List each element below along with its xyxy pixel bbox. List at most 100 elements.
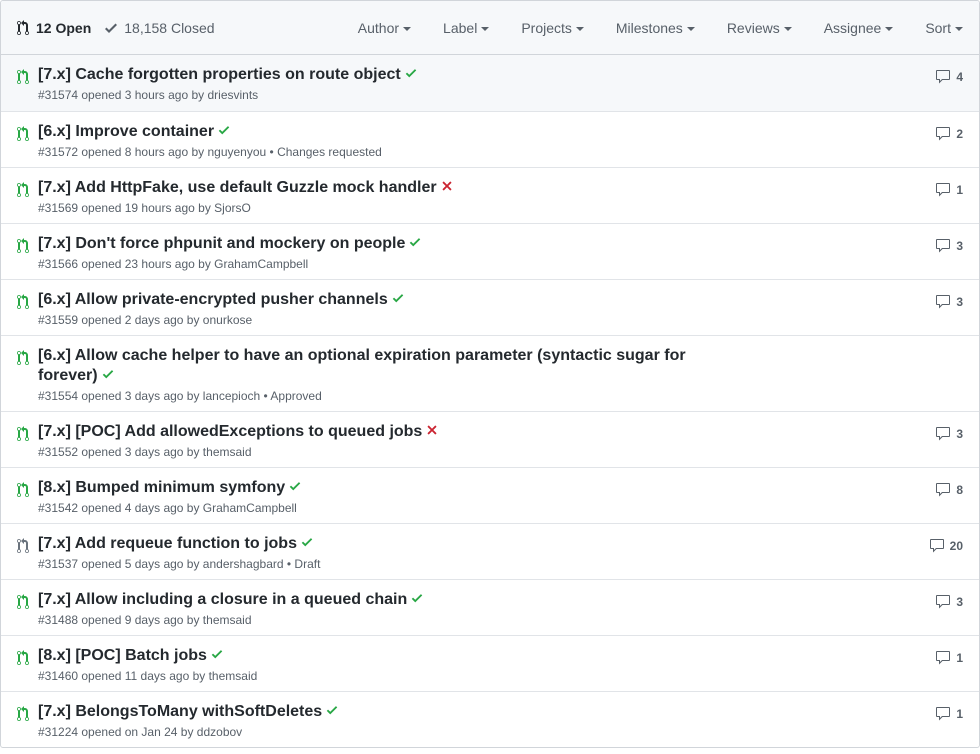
caret-down-icon (575, 27, 584, 31)
pull-request-icon (17, 19, 29, 35)
comment-icon (936, 595, 951, 609)
pull-request-meta: #31488 opened 9 days ago by themsaid (38, 613, 252, 627)
comment-count-label: 2 (956, 127, 963, 141)
check-icon (105, 23, 118, 33)
projects-filter[interactable]: Projects (505, 20, 600, 36)
pull-request-row[interactable]: [8.x] [POC] Batch jobs #31460 opened 11 d… (1, 635, 979, 691)
pull-request-title[interactable]: [8.x] Bumped minimum symfony (38, 479, 285, 496)
pull-request-row[interactable]: [7.x] Add requeue function to jobs #31537… (1, 523, 979, 579)
pull-request-meta: #31574 opened 3 hours ago by driesvints (38, 88, 259, 102)
label-filter[interactable]: Label (427, 20, 505, 36)
comment-count[interactable]: 8 (935, 482, 963, 498)
pull-request-main: [7.x] Add requeue function to jobs #31537… (38, 534, 698, 573)
pull-request-icon (17, 482, 29, 497)
pull-request-row[interactable]: [7.x] [POC] Add allowedExceptions to que… (1, 411, 979, 467)
comment-icon (936, 427, 951, 441)
pull-request-title[interactable]: [7.x] Add HttpFake, use default Guzzle m… (38, 179, 437, 196)
title-line: [7.x] Allow including a closure in a que… (38, 590, 698, 610)
comment-count[interactable]: 4 (935, 69, 963, 85)
title-line: [8.x] [POC] Batch jobs (38, 646, 698, 666)
comment-count[interactable]: 1 (935, 650, 963, 666)
pull-request-row[interactable]: [6.x] Allow private-encrypted pusher cha… (1, 279, 979, 335)
pull-request-main: [8.x] [POC] Batch jobs #31460 opened 11 d… (38, 646, 698, 685)
comment-count[interactable]: 2 (935, 126, 963, 142)
pull-request-title[interactable]: [6.x] Allow private-encrypted pusher cha… (38, 291, 388, 308)
title-line: [7.x] Cache forgotten properties on rout… (38, 65, 698, 85)
pull-request-row[interactable]: [7.x] BelongsToMany withSoftDeletes #3122… (1, 691, 979, 747)
pull-request-icon (17, 594, 29, 609)
check-status-icon[interactable] (211, 647, 223, 661)
x-status-icon[interactable] (441, 179, 453, 193)
comment-count[interactable]: 3 (935, 238, 963, 254)
pull-request-main: [7.x] Cache forgotten properties on rout… (38, 65, 698, 104)
caret-down-icon (686, 27, 695, 31)
comment-count-label: 1 (956, 651, 963, 665)
assignee-filter[interactable]: Assignee (808, 20, 910, 36)
comment-count[interactable]: 1 (935, 706, 963, 722)
projects-filter-label: Projects (521, 20, 572, 36)
check-status-icon[interactable] (301, 535, 313, 549)
comment-icon (936, 183, 951, 197)
pull-request-main: [7.x] Add HttpFake, use default Guzzle m… (38, 178, 698, 217)
pull-request-icon (17, 426, 29, 441)
check-status-icon[interactable] (326, 703, 338, 717)
pull-request-row[interactable]: [7.x] Don't force phpunit and mockery on… (1, 223, 979, 279)
pull-request-row[interactable]: [6.x] Allow cache helper to have an opti… (1, 335, 979, 411)
title-line: [8.x] Bumped minimum symfony (38, 478, 698, 498)
comment-count[interactable]: 3 (935, 426, 963, 442)
label-filter-label: Label (443, 20, 478, 36)
open-filter[interactable]: 12 Open (17, 19, 91, 36)
pull-request-main: [6.x] Allow cache helper to have an opti… (38, 346, 698, 405)
comment-count-label: 1 (956, 183, 963, 197)
title-line: [7.x] [POC] Add allowedExceptions to que… (38, 422, 698, 442)
pull-request-title[interactable]: [7.x] Don't force phpunit and mockery on… (38, 235, 405, 252)
pull-request-main: [7.x] Don't force phpunit and mockery on… (38, 234, 698, 273)
pull-request-title[interactable]: [7.x] BelongsToMany withSoftDeletes (38, 703, 322, 720)
pull-request-main: [6.x] Allow private-encrypted pusher cha… (38, 290, 698, 329)
title-line: [6.x] Allow private-encrypted pusher cha… (38, 290, 698, 310)
pull-request-meta: #31559 opened 2 days ago by onurkose (38, 313, 253, 327)
pull-request-list: 12 Open 18,158 Closed Author Label Proje… (0, 0, 980, 748)
pull-request-icon (17, 650, 29, 665)
check-status-icon[interactable] (289, 479, 301, 493)
comment-count[interactable]: 3 (935, 594, 963, 610)
pull-request-title[interactable]: [8.x] [POC] Batch jobs (38, 647, 207, 664)
check-status-icon[interactable] (392, 291, 404, 305)
pull-request-title[interactable]: [7.x] Allow including a closure in a que… (38, 591, 407, 608)
pull-request-title[interactable]: [6.x] Allow cache helper to have an opti… (38, 347, 686, 384)
comment-count[interactable]: 3 (935, 294, 963, 310)
pull-request-meta: #31572 opened 8 hours ago by nguyenyou •… (38, 145, 382, 159)
pull-request-title[interactable]: [7.x] Cache forgotten properties on rout… (38, 66, 401, 83)
comment-count[interactable]: 1 (935, 182, 963, 198)
list-header: 12 Open 18,158 Closed Author Label Proje… (1, 1, 979, 55)
reviews-filter[interactable]: Reviews (711, 20, 808, 36)
closed-filter[interactable]: 18,158 Closed (105, 20, 215, 36)
comment-count-label: 4 (956, 70, 963, 84)
comment-count[interactable]: 20 (929, 538, 963, 554)
pull-request-row[interactable]: [7.x] Allow including a closure in a que… (1, 579, 979, 635)
pull-request-main: [7.x] Allow including a closure in a que… (38, 590, 698, 629)
milestones-filter[interactable]: Milestones (600, 20, 711, 36)
pull-request-title[interactable]: [6.x] Improve container (38, 123, 214, 140)
pull-request-main: [6.x] Improve container #31572 opened 8 h… (38, 122, 698, 161)
pull-request-title[interactable]: [7.x] Add requeue function to jobs (38, 535, 297, 552)
check-status-icon[interactable] (409, 235, 421, 249)
pull-request-row[interactable]: [8.x] Bumped minimum symfony #31542 opene… (1, 467, 979, 523)
sort-filter[interactable]: Sort (909, 20, 979, 36)
pull-request-row[interactable]: [7.x] Add HttpFake, use default Guzzle m… (1, 167, 979, 223)
x-status-icon[interactable] (426, 423, 438, 437)
check-status-icon[interactable] (405, 66, 417, 80)
pull-request-row[interactable]: [7.x] Cache forgotten properties on rout… (1, 55, 979, 111)
pull-request-icon (17, 126, 29, 141)
check-status-icon[interactable] (411, 591, 423, 605)
check-status-icon[interactable] (218, 123, 230, 137)
pull-request-meta: #31537 opened 5 days ago by andershagbar… (38, 557, 321, 571)
comment-icon (936, 483, 951, 497)
pull-request-row[interactable]: [6.x] Improve container #31572 opened 8 h… (1, 111, 979, 167)
milestones-filter-label: Milestones (615, 20, 683, 36)
caret-down-icon (885, 27, 894, 31)
pull-request-title[interactable]: [7.x] [POC] Add allowedExceptions to que… (38, 423, 422, 440)
author-filter[interactable]: Author (342, 20, 427, 36)
check-status-icon[interactable] (102, 367, 114, 381)
author-filter-label: Author (357, 20, 400, 36)
